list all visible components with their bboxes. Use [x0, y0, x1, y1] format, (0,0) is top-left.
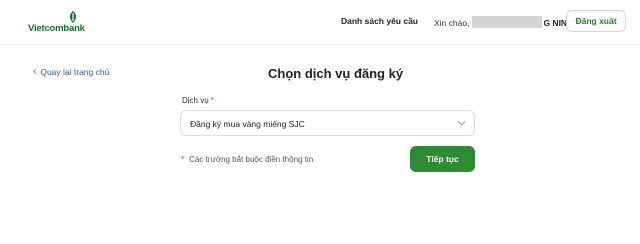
- logout-button[interactable]: Đăng xuất: [566, 10, 626, 32]
- service-label-text: Dịch vụ: [182, 96, 209, 105]
- chevron-left-icon: ‹: [33, 66, 37, 77]
- nav-request-list-link[interactable]: Danh sách yêu cầu: [341, 16, 418, 26]
- required-note-asterisk: *: [181, 155, 185, 164]
- user-greeting: Xin chào, G NINH: [434, 16, 573, 28]
- chevron-down-icon: [457, 121, 466, 126]
- vietcombank-logo[interactable]: Vietcombank: [28, 10, 98, 36]
- vietcombank-logo-icon: [70, 11, 76, 23]
- redacted-username: [472, 16, 543, 28]
- back-link-label: Quay lại trang chủ: [40, 67, 110, 77]
- back-to-home-link[interactable]: ‹ Quay lại trang chủ: [33, 66, 110, 78]
- continue-button[interactable]: Tiếp tục: [410, 146, 475, 172]
- service-select-value: Đăng ký mua vàng miếng SJC: [190, 119, 305, 129]
- required-asterisk: *: [210, 96, 214, 105]
- service-field-label: Dịch vụ *: [182, 96, 214, 105]
- page-title: Chọn dịch vụ đăng ký: [268, 66, 404, 81]
- required-note-text: Các trường bắt buộc điền thông tin: [189, 155, 314, 164]
- greeting-prefix: Xin chào,: [434, 18, 470, 28]
- logo-text: Vietcombank: [28, 23, 85, 34]
- top-header: Vietcombank Danh sách yêu cầu Xin chào, G…: [0, 0, 640, 45]
- required-fields-note: * Các trường bắt buộc điền thông tin: [181, 155, 313, 164]
- service-select[interactable]: Đăng ký mua vàng miếng SJC: [180, 110, 475, 136]
